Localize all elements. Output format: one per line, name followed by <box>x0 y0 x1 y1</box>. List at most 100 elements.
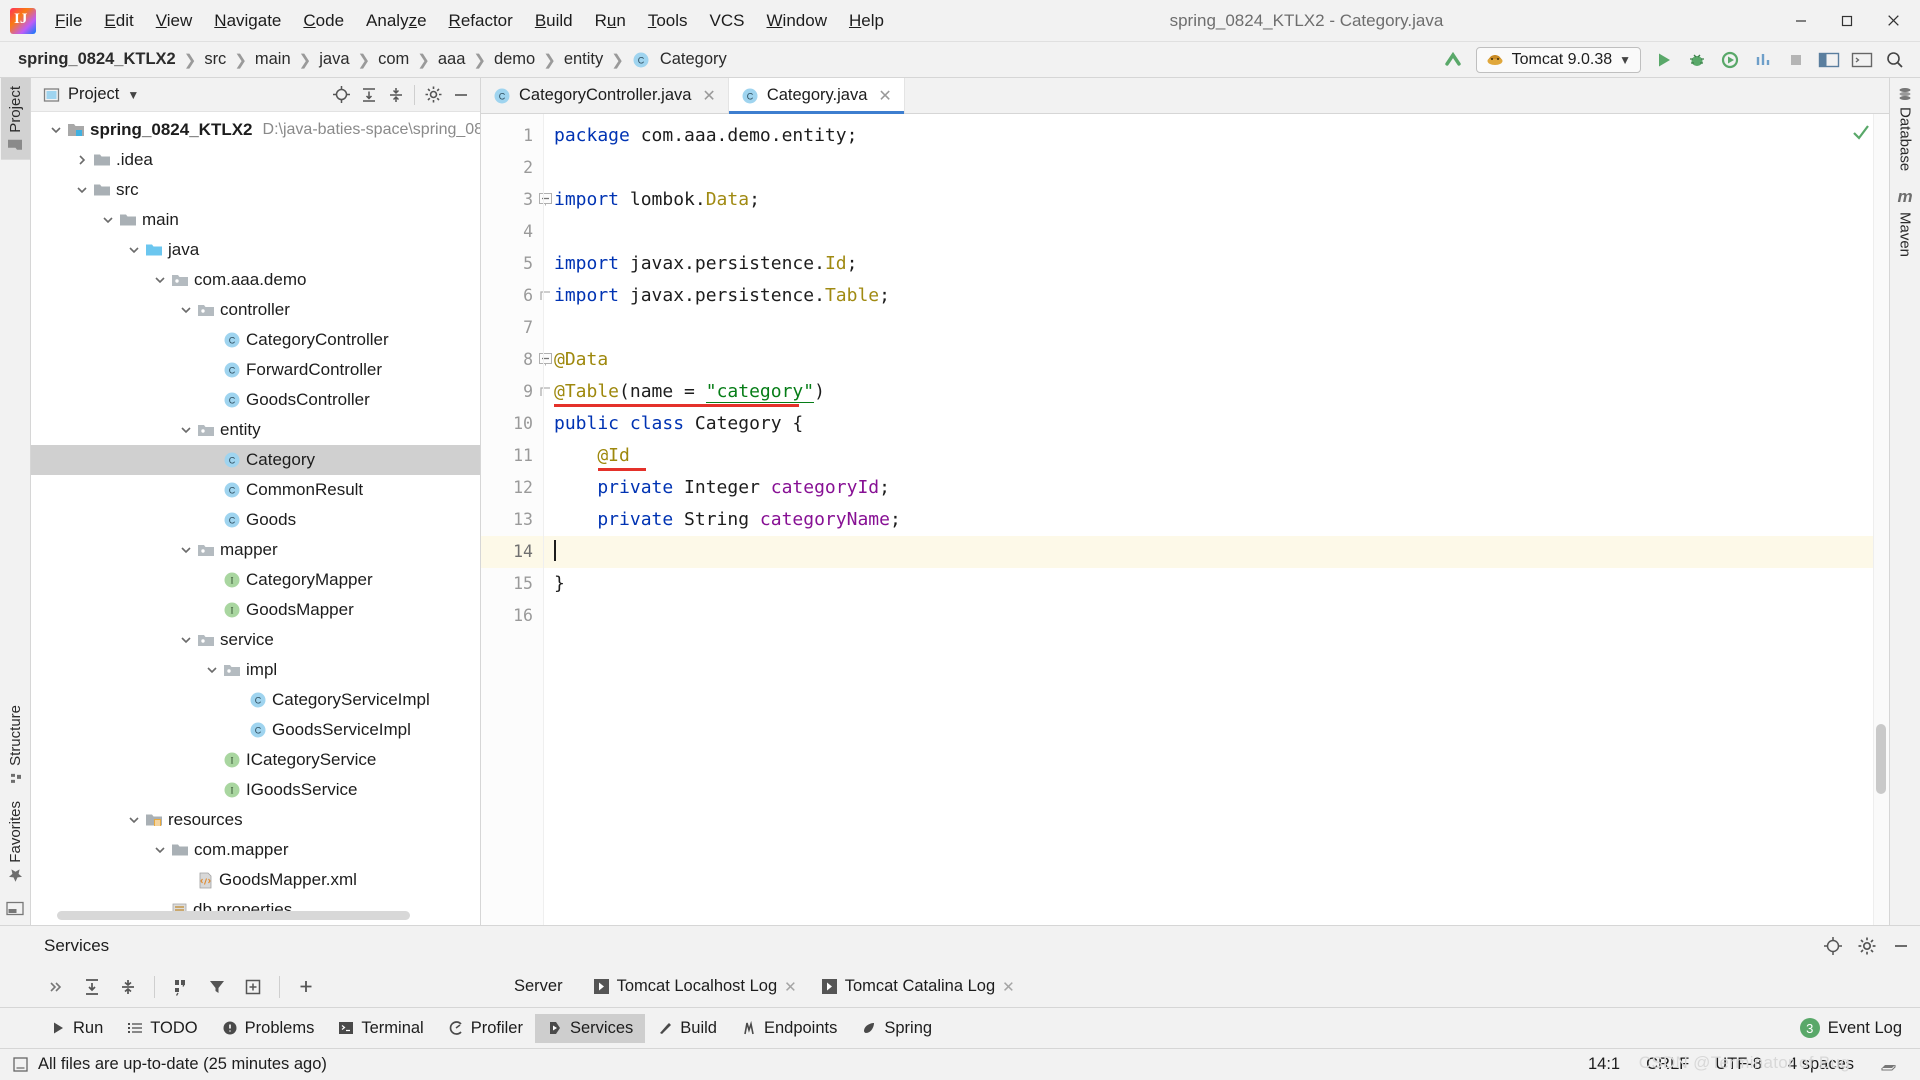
line-number-gutter[interactable]: 1 2 3 4 5 6 7 8 9 10 11 12 13 14 15 16 <box>481 114 552 925</box>
chevron-down-icon[interactable] <box>175 423 197 437</box>
code-line[interactable]: import javax.persistence.Table; <box>544 280 1889 312</box>
breadcrumb-item-main[interactable]: main <box>251 48 295 71</box>
code-line[interactable]: @Data <box>544 344 1889 376</box>
tree-node-java[interactable]: java <box>31 235 480 265</box>
chevron-down-icon[interactable] <box>175 633 197 647</box>
line-number[interactable]: 15 <box>481 568 543 600</box>
sidebar-item-structure[interactable]: Structure <box>1 697 30 793</box>
filter-icon[interactable] <box>201 972 233 1002</box>
breadcrumb-item-com[interactable]: com <box>374 48 413 71</box>
tree-node-spring-0824-ktlx2[interactable]: spring_0824_KTLX2 D:\java-baties-space\sp… <box>31 115 480 145</box>
sidebar-item-favorites[interactable]: Favorites <box>1 793 30 891</box>
editor-tabs[interactable]: C CategoryController.java ✕ C Category.j… <box>481 78 1889 114</box>
code-text[interactable]: package com.aaa.demo.entity; import lombo… <box>543 114 1889 925</box>
tree-node-icategoryservice[interactable]: I ICategoryService <box>31 745 480 775</box>
tree-node-resources[interactable]: resources <box>31 805 480 835</box>
menu-window[interactable]: Window <box>756 7 838 35</box>
line-separator[interactable]: CRLF <box>1646 1055 1689 1074</box>
code-line[interactable]: } <box>544 568 1889 600</box>
tool-button-profiler[interactable]: Profiler <box>436 1014 535 1043</box>
tool-button-services[interactable]: Services <box>534 1013 646 1043</box>
code-line[interactable] <box>544 216 1889 248</box>
tree-node-categorycontroller[interactable]: C CategoryController <box>31 325 480 355</box>
breadcrumb-item-entity[interactable]: entity <box>560 48 607 71</box>
line-number[interactable]: 13 <box>481 504 543 536</box>
chevron-down-icon[interactable] <box>201 663 223 677</box>
line-number[interactable]: 11 <box>481 440 543 472</box>
log-tab-localhost[interactable]: Tomcat Localhost Log ✕ <box>581 973 809 1000</box>
chevron-down-icon[interactable]: ▼ <box>127 88 139 102</box>
tree-node-category[interactable]: C Category <box>31 445 480 475</box>
sidebar-item-maven[interactable]: m Maven <box>1891 179 1920 265</box>
code-line[interactable]: package com.aaa.demo.entity; <box>544 120 1889 152</box>
chevron-down-icon[interactable] <box>123 813 145 827</box>
tool-button-problems[interactable]: Problems <box>210 1014 327 1043</box>
event-log-button[interactable]: 3 Event Log <box>1799 1018 1920 1038</box>
line-number[interactable]: 12 <box>481 472 543 504</box>
line-number[interactable]: 9 <box>481 376 550 408</box>
line-number[interactable]: 14 <box>481 536 543 568</box>
collapse-all-icon[interactable] <box>112 972 144 1002</box>
menu-bar[interactable]: File Edit View Navigate Code Analyze Ref… <box>44 7 895 35</box>
run-with-coverage-icon[interactable] <box>1715 46 1745 74</box>
tree-node-main[interactable]: main <box>31 205 480 235</box>
sidebar-item-database[interactable]: Database <box>1891 78 1920 179</box>
menu-analyze[interactable]: Analyze <box>355 7 438 35</box>
code-line[interactable]: import javax.persistence.Id; <box>544 248 1889 280</box>
editor-tab-category[interactable]: C Category.java ✕ <box>728 78 905 114</box>
editor-scrollbar[interactable] <box>1873 114 1889 925</box>
breadcrumb[interactable]: spring_0824_KTLX2 ❯ src ❯ main ❯ java ❯ … <box>0 48 731 71</box>
tree-node-igoodsservice[interactable]: I IGoodsService <box>31 775 480 805</box>
breadcrumb-item-project[interactable]: spring_0824_KTLX2 <box>14 48 180 71</box>
tree-node-commonresult[interactable]: C CommonResult <box>31 475 480 505</box>
code-line[interactable] <box>544 536 1889 568</box>
menu-edit[interactable]: Edit <box>93 7 144 35</box>
hide-icon[interactable] <box>1886 932 1916 960</box>
line-number[interactable]: 10 <box>481 408 543 440</box>
tree-node-goods[interactable]: C Goods <box>31 505 480 535</box>
chevron-down-icon[interactable] <box>149 843 171 857</box>
expand-chevrons-icon[interactable] <box>40 972 72 1002</box>
menu-help[interactable]: Help <box>838 7 895 35</box>
gear-icon[interactable] <box>1852 932 1882 960</box>
expand-all-icon[interactable] <box>76 972 108 1002</box>
terminal-icon[interactable] <box>1847 46 1877 74</box>
menu-tools[interactable]: Tools <box>637 7 699 35</box>
tree-node--idea[interactable]: .idea <box>31 145 480 175</box>
chevron-down-icon[interactable] <box>149 273 171 287</box>
write-access-icon[interactable] <box>1880 1057 1898 1073</box>
log-tab-catalina[interactable]: Tomcat Catalina Log ✕ <box>809 973 1027 1000</box>
tree-node-db-properties[interactable]: db.properties <box>31 895 480 925</box>
expand-all-icon[interactable] <box>355 82 382 108</box>
menu-code[interactable]: Code <box>292 7 355 35</box>
code-line[interactable]: import lombok.Data; <box>544 184 1889 216</box>
add-icon[interactable] <box>290 972 322 1002</box>
attach-profiler-icon[interactable] <box>1748 46 1778 74</box>
menu-file[interactable]: File <box>44 7 93 35</box>
tool-button-endpoints[interactable]: Endpoints <box>729 1014 849 1043</box>
services-log-tabs[interactable]: Server Tomcat Localhost Log ✕ Tomcat Cat… <box>496 973 1027 1000</box>
chevron-down-icon[interactable] <box>123 243 145 257</box>
indent-setting[interactable]: 4 spaces <box>1788 1055 1854 1074</box>
inspection-ok-icon[interactable] <box>1851 122 1871 142</box>
tree-node-entity[interactable]: entity <box>31 415 480 445</box>
add-frame-icon[interactable] <box>237 972 269 1002</box>
search-everywhere-icon[interactable] <box>1880 46 1910 74</box>
menu-vcs[interactable]: VCS <box>699 7 756 35</box>
close-icon[interactable]: ✕ <box>784 978 797 996</box>
close-icon[interactable]: ✕ <box>1002 978 1015 996</box>
tree-node-controller[interactable]: controller <box>31 295 480 325</box>
tree-node-com-aaa-demo[interactable]: com.aaa.demo <box>31 265 480 295</box>
menu-view[interactable]: View <box>145 7 204 35</box>
run-icon[interactable] <box>1649 46 1679 74</box>
breadcrumb-item-demo[interactable]: demo <box>490 48 539 71</box>
hide-icon[interactable] <box>447 82 474 108</box>
collapse-all-icon[interactable] <box>382 82 409 108</box>
chevron-down-icon[interactable] <box>175 543 197 557</box>
project-tree[interactable]: spring_0824_KTLX2 D:\java-baties-space\sp… <box>31 112 480 925</box>
tree-node-goodsmapper-xml[interactable]: GoodsMapper.xml <box>31 865 480 895</box>
line-number[interactable]: 4 <box>481 216 543 248</box>
chevron-down-icon[interactable]: ▼ <box>1619 53 1631 67</box>
menu-navigate[interactable]: Navigate <box>203 7 292 35</box>
toggle-toolwindow-icon[interactable] <box>6 891 24 925</box>
